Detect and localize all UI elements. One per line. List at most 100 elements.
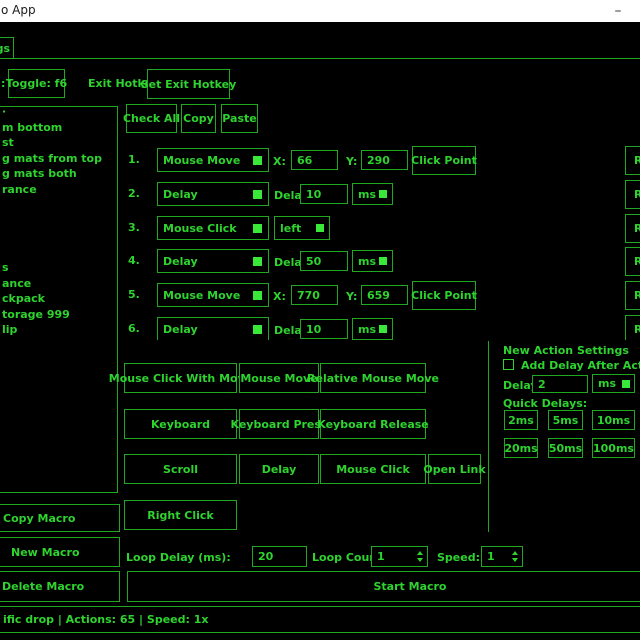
remove-button[interactable]: R [625, 247, 640, 276]
add-delay-after-action-label: Add Delay After Action [521, 359, 640, 373]
macro-list-item[interactable]: torage 999 [2, 307, 117, 323]
loop-delay-input[interactable] [252, 546, 307, 567]
speed-stepper[interactable]: 1 [481, 546, 523, 567]
quick-delay-50ms-button[interactable]: 50ms [548, 438, 583, 458]
add-right-click-button[interactable]: Right Click [124, 500, 237, 530]
macro-list-item[interactable]: m bottom [2, 120, 117, 136]
dropdown-indicator-icon [379, 257, 387, 265]
macro-list-item[interactable]: lip [2, 322, 117, 338]
add-mouse-click-with-move-button[interactable]: Mouse Click With Move [124, 363, 237, 393]
copy-actions-button[interactable]: Copy [181, 104, 216, 133]
nas-unit-value: ms [593, 377, 622, 390]
new-macro-button[interactable]: New Macro [0, 537, 120, 567]
action-type-value: Mouse Move [158, 289, 253, 302]
remove-button[interactable]: R [625, 315, 640, 340]
minimize-button[interactable]: – [600, 0, 636, 22]
quick-delay-5ms-button[interactable]: 5ms [548, 410, 583, 430]
settings-menu-button[interactable]: gs [0, 37, 14, 59]
remove-button[interactable]: R [625, 214, 640, 243]
nas-unit-dropdown[interactable]: ms [592, 374, 635, 393]
unit-dropdown[interactable]: ms [352, 318, 393, 340]
check-all-button[interactable]: Check All [126, 104, 177, 133]
macro-list-item[interactable]: s [2, 260, 117, 276]
window-title: o App [1, 3, 36, 17]
click-point-button[interactable]: Click Point [412, 281, 476, 310]
settings-menu-label: gs [0, 42, 10, 55]
start-macro-button[interactable]: Start Macro [127, 571, 640, 602]
quick-delay-100ms-button[interactable]: 100ms [592, 438, 635, 458]
stepper-arrows-icon[interactable] [417, 551, 423, 562]
add-delay-button[interactable]: Delay [239, 454, 319, 484]
nas-delay-input[interactable] [532, 375, 588, 393]
macro-list-item[interactable] [2, 213, 117, 229]
macro-list-item[interactable]: rance [2, 182, 117, 198]
macro-list-item[interactable]: ance [2, 276, 117, 292]
set-exit-hotkey-button[interactable]: Set Exit Hotkey [147, 69, 230, 99]
unit-dropdown[interactable]: ms [352, 183, 393, 205]
delay-input[interactable] [300, 184, 348, 204]
quick-delay-2ms-button[interactable]: 2ms [504, 410, 538, 430]
add-scroll-button[interactable]: Scroll [124, 454, 237, 484]
button-label: 2ms [508, 414, 534, 427]
add-mouse-click-button[interactable]: Mouse Click [320, 454, 426, 484]
add-open-link-button[interactable]: Open Link [428, 454, 481, 484]
remove-button[interactable]: R [625, 180, 640, 209]
x-input[interactable] [291, 285, 338, 305]
macro-list-item[interactable]: · [2, 106, 117, 120]
new-macro-label: New Macro [11, 546, 80, 559]
new-action-settings-title: New Action Settings [503, 344, 629, 358]
action-type-value: Mouse Click [158, 222, 253, 235]
action-row: 5. Mouse Move X: Y: Click Point R [120, 281, 640, 311]
toggle-hotkey-label: : [1, 77, 5, 91]
macro-list-item[interactable] [2, 198, 117, 214]
y-input[interactable] [361, 285, 408, 305]
action-type-value: Delay [158, 255, 253, 268]
add-keyboard-button[interactable]: Keyboard [124, 409, 237, 439]
copy-macro-button[interactable]: Copy Macro [0, 504, 120, 532]
unit-dropdown[interactable]: ms [352, 250, 393, 272]
macro-list-item[interactable]: g mats both [2, 166, 117, 182]
add-keyboard-press-button[interactable]: Keyboard Press [239, 409, 319, 439]
copy-actions-label: Copy [183, 112, 214, 125]
quick-delay-20ms-button[interactable]: 20ms [504, 438, 538, 458]
mouse-button-dropdown[interactable]: left [274, 216, 330, 240]
click-point-button[interactable]: Click Point [412, 146, 476, 175]
macro-list-item[interactable] [2, 229, 117, 245]
add-keyboard-release-button[interactable]: Keyboard Release [320, 409, 426, 439]
paste-actions-button[interactable]: Paste [221, 104, 258, 133]
status-bar: ific drop | Actions: 65 | Speed: 1x [0, 606, 640, 633]
mouse-button-value: left [275, 222, 316, 235]
remove-button[interactable]: R [625, 281, 640, 310]
action-type-dropdown[interactable]: Delay [157, 182, 269, 206]
add-delay-after-action-checkbox[interactable] [503, 359, 514, 370]
action-type-value: Delay [158, 323, 253, 336]
delay-input[interactable] [300, 251, 348, 271]
quick-delays-label: Quick Delays: [503, 397, 587, 411]
action-number: 3. [128, 221, 140, 235]
y-input[interactable] [361, 150, 408, 170]
stepper-arrows-icon[interactable] [512, 551, 518, 562]
action-type-dropdown[interactable]: Mouse Click [157, 216, 269, 240]
action-number: 4. [128, 254, 140, 268]
action-type-dropdown[interactable]: Delay [157, 249, 269, 273]
action-type-dropdown[interactable]: Delay [157, 317, 269, 340]
toggle-hotkey-button[interactable]: Toggle: f6 [8, 69, 65, 98]
delete-macro-button[interactable]: Delete Macro [0, 571, 120, 602]
set-exit-hotkey-label: Set Exit Hotkey [141, 78, 237, 91]
button-label: Keyboard Release [317, 418, 429, 431]
x-label: X: [273, 290, 286, 304]
x-input[interactable] [291, 150, 338, 170]
macro-list-item[interactable]: ckpack [2, 291, 117, 307]
add-relative-mouse-move-button[interactable]: Relative Mouse Move [320, 363, 426, 393]
macro-list-item[interactable]: st [2, 135, 117, 151]
remove-button[interactable]: R [625, 146, 640, 175]
macro-list-item[interactable] [2, 244, 117, 260]
action-type-dropdown[interactable]: Mouse Move [157, 283, 269, 307]
action-type-dropdown[interactable]: Mouse Move [157, 148, 269, 172]
quick-delay-10ms-button[interactable]: 10ms [592, 410, 635, 430]
macro-list-item[interactable]: g mats from top [2, 151, 117, 167]
macro-app-window: { "colors": { "green_text": "#2FD32F", "… [0, 0, 640, 640]
delay-input[interactable] [300, 319, 348, 339]
loop-count-stepper[interactable]: 1 [371, 546, 428, 567]
button-label: Mouse Click [336, 463, 410, 476]
